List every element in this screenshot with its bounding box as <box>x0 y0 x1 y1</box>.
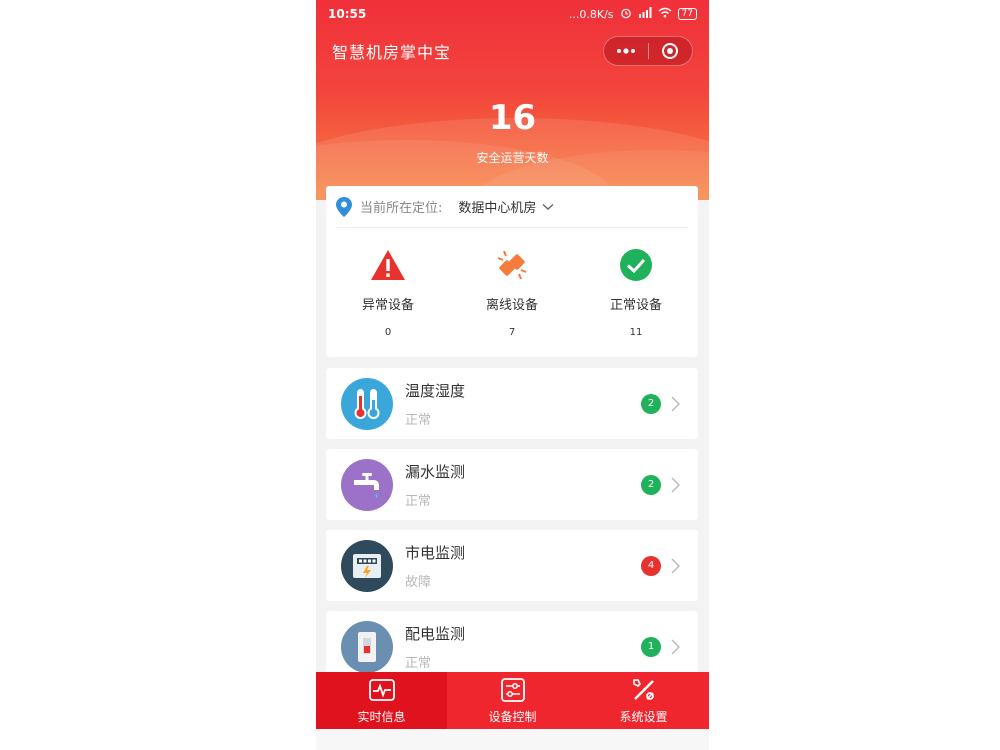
location-value: 数据中心机房 <box>458 201 537 216</box>
summary-card: 当前所在定位: 数据中心机房 异常设备 0 离线设备 7 正常设备 11 <box>326 186 698 357</box>
disconnect-icon <box>497 250 527 280</box>
phone-screen: 10:55 ...0.8K/s 77 智慧机房掌中宝 16 安全运营天数 当前所… <box>316 0 709 750</box>
chevron-right-icon <box>671 557 680 574</box>
warning-icon <box>371 250 405 280</box>
alarm-icon <box>620 7 632 22</box>
battery-indicator: 77 <box>677 8 697 20</box>
stat-abnormal[interactable]: 异常设备 0 <box>326 248 450 338</box>
pulse-icon <box>368 679 395 701</box>
faucet-icon <box>341 458 393 511</box>
location-selector[interactable]: 当前所在定位: 数据中心机房 <box>336 186 688 228</box>
close-program-button[interactable] <box>649 37 693 65</box>
title-bar: 智慧机房掌中宝 <box>316 32 709 70</box>
status-time: 10:55 <box>328 7 367 21</box>
chevron-right-icon <box>671 476 680 493</box>
more-button[interactable] <box>604 37 648 65</box>
thermometer-icon <box>341 377 393 430</box>
chevron-right-icon <box>671 638 680 655</box>
tab-realtime[interactable]: 实时信息 <box>316 672 447 729</box>
count-badge: 2 <box>641 474 661 495</box>
chevron-right-icon <box>671 395 680 412</box>
item-title: 漏水监测 <box>405 462 466 481</box>
stat-count: 7 <box>508 327 516 338</box>
count-badge: 2 <box>641 393 661 414</box>
check-icon <box>620 249 652 281</box>
tab-label: 设备控制 <box>488 710 537 724</box>
home-indicator-area <box>316 729 709 750</box>
item-title: 市电监测 <box>405 543 466 562</box>
stat-normal[interactable]: 正常设备 11 <box>574 248 698 338</box>
target-icon <box>662 43 679 59</box>
count-badge: 4 <box>641 555 661 576</box>
stat-label: 正常设备 <box>609 298 662 313</box>
wifi-icon <box>658 7 672 21</box>
stat-count: 0 <box>384 327 392 338</box>
status-bar: 10:55 ...0.8K/s 77 <box>316 0 709 28</box>
sliders-icon <box>500 678 525 702</box>
count-badge: 1 <box>641 636 661 657</box>
item-status: 正常 <box>405 493 432 509</box>
list-item-water-leak[interactable]: 漏水监测 正常 2 <box>326 449 698 520</box>
tools-icon <box>632 679 654 700</box>
location-pin-icon <box>336 196 352 217</box>
item-status: 正常 <box>405 412 432 428</box>
item-title: 配电监测 <box>405 624 466 643</box>
stat-count: 11 <box>629 327 643 338</box>
item-title: 温度湿度 <box>405 381 466 400</box>
tab-label: 系统设置 <box>619 710 668 724</box>
safe-days-label: 安全运营天数 <box>476 151 549 165</box>
list-item-temperature[interactable]: 温度湿度 正常 2 <box>326 368 698 439</box>
power-meter-icon <box>341 539 393 592</box>
item-status: 故障 <box>405 574 432 590</box>
location-label: 当前所在定位: <box>360 201 443 216</box>
chevron-down-icon <box>542 203 554 210</box>
stat-label: 离线设备 <box>485 298 538 313</box>
safe-days-count: 16 <box>488 98 537 138</box>
list-item-mains-power[interactable]: 市电监测 故障 4 <box>326 530 698 601</box>
tab-device-control[interactable]: 设备控制 <box>447 672 578 729</box>
signal-icon <box>638 7 652 21</box>
mini-program-capsule <box>603 36 693 66</box>
switch-icon <box>341 620 393 673</box>
stat-offline[interactable]: 离线设备 7 <box>450 248 574 338</box>
app-title: 智慧机房掌中宝 <box>332 43 452 62</box>
tab-bar: 实时信息 设备控制 系统设置 <box>316 672 709 729</box>
tab-label: 实时信息 <box>357 710 406 724</box>
stat-label: 异常设备 <box>361 298 414 313</box>
more-dots-icon <box>616 48 635 54</box>
network-speed: ...0.8K/s <box>568 7 614 21</box>
item-status: 正常 <box>405 655 432 671</box>
tab-system-settings[interactable]: 系统设置 <box>578 672 709 729</box>
